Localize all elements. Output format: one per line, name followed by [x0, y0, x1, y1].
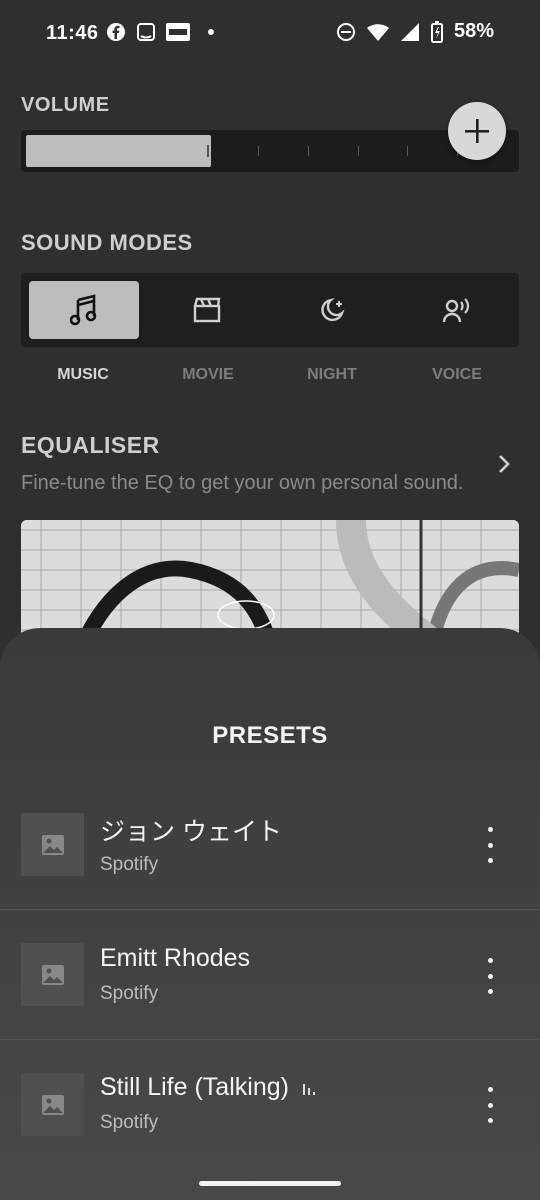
volume-tick: [358, 146, 359, 156]
presets-title: PRESETS: [212, 722, 328, 749]
preset-title: Still Life (Talking): [100, 1073, 316, 1102]
nhk-icon: [166, 22, 190, 42]
divider: [0, 1039, 540, 1040]
person-speaking-icon: [442, 298, 470, 323]
preset-source: Spotify: [100, 1112, 159, 1133]
divider: [0, 909, 540, 910]
presets-bottom-sheet: PRESETS ジョン ウェイト Spotify Emitt Rhodes Sp…: [0, 628, 540, 1200]
more-options-icon[interactable]: [478, 958, 502, 994]
preset-title-text: Still Life (Talking): [100, 1073, 289, 1101]
mode-movie-button[interactable]: [152, 281, 262, 339]
sound-modes-title: SOUND MODES: [21, 230, 193, 255]
do-not-disturb-icon: [336, 22, 356, 42]
home-indicator[interactable]: [199, 1181, 341, 1186]
signal-icon: [400, 22, 420, 42]
mode-movie-label: MOVIE: [182, 366, 234, 383]
sound-modes-selector: [21, 273, 519, 347]
mode-voice-label: VOICE: [432, 366, 482, 383]
preset-row[interactable]: Still Life (Talking) Spotify: [0, 1041, 540, 1169]
preset-row[interactable]: Emitt Rhodes Spotify: [0, 912, 540, 1040]
music-note-icon: [69, 294, 97, 326]
facebook-icon: [106, 22, 126, 42]
equaliser-subtitle: Fine-tune the EQ to get your own persona…: [21, 472, 464, 494]
mode-night-button[interactable]: [277, 281, 387, 339]
preset-title: Emitt Rhodes: [100, 944, 251, 972]
volume-tick: [407, 146, 408, 156]
volume-up-button[interactable]: [448, 102, 506, 160]
volume-slider[interactable]: [21, 130, 519, 172]
now-playing-icon: [302, 1084, 315, 1095]
moon-stars-icon: [321, 298, 345, 322]
volume-thumb-mark: [207, 145, 209, 157]
volume-tick: [308, 146, 309, 156]
mode-music-label: MUSIC: [57, 366, 109, 383]
mode-voice-button[interactable]: [401, 281, 511, 339]
preset-row[interactable]: ジョン ウェイト Spotify: [0, 782, 540, 910]
more-options-icon[interactable]: [478, 827, 502, 863]
equaliser-title: EQUALISER: [21, 432, 160, 458]
preset-source: Spotify: [100, 983, 159, 1004]
chevron-right-icon[interactable]: [494, 452, 514, 476]
battery-icon: [430, 20, 444, 43]
mode-night-label: NIGHT: [307, 366, 357, 383]
image-placeholder-icon: [21, 943, 84, 1006]
plus-icon: [465, 119, 489, 143]
mode-music-button[interactable]: [29, 281, 139, 339]
amazon-icon: [136, 22, 156, 42]
volume-tick: [258, 146, 259, 156]
status-bar: 11:46 58%: [0, 0, 540, 68]
battery-percent: 58%: [453, 20, 494, 42]
more-options-icon[interactable]: [478, 1087, 502, 1123]
clapperboard-icon: [193, 297, 221, 323]
image-placeholder-icon: [21, 1073, 84, 1136]
notification-dot-icon: [208, 29, 214, 35]
preset-source: Spotify: [100, 854, 159, 875]
image-placeholder-icon: [21, 813, 84, 876]
volume-title: VOLUME: [21, 94, 110, 116]
volume-fill: [26, 135, 211, 167]
clock: 11:46: [46, 22, 99, 44]
preset-title: ジョン ウェイト: [100, 818, 282, 846]
wifi-icon: [366, 22, 390, 42]
